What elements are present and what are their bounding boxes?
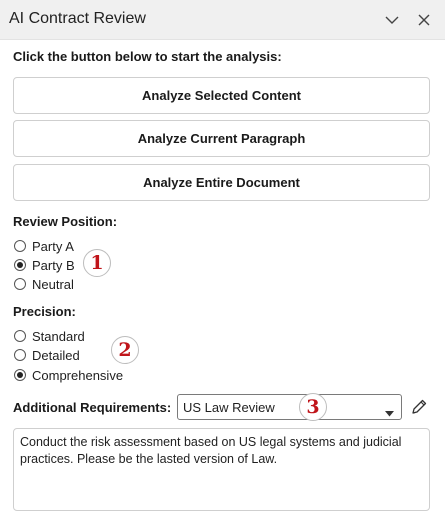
chevron-down-icon[interactable] xyxy=(380,8,404,32)
radio-button-selected[interactable] xyxy=(14,369,26,381)
review-position-label: Review Position: xyxy=(13,214,118,229)
radio-label: Comprehensive xyxy=(32,367,124,383)
radio-party-a[interactable]: Party A xyxy=(14,237,74,255)
dropdown-value: US Law Review xyxy=(183,400,275,415)
radio-party-b[interactable]: Party B xyxy=(14,256,75,274)
requirements-dropdown[interactable]: US Law Review xyxy=(177,394,402,420)
radio-button-selected[interactable] xyxy=(14,259,26,271)
radio-detailed[interactable]: Detailed xyxy=(14,346,80,364)
radio-button[interactable] xyxy=(14,240,26,252)
radio-button[interactable] xyxy=(14,278,26,290)
close-icon[interactable] xyxy=(412,8,436,32)
radio-label: Detailed xyxy=(32,347,80,363)
radio-button[interactable] xyxy=(14,349,26,361)
radio-button[interactable] xyxy=(14,330,26,342)
precision-label: Precision: xyxy=(13,304,76,319)
annotation-badge-3: 3 xyxy=(299,393,327,421)
annotation-badge-1: 1 xyxy=(83,249,111,277)
analyze-selected-content-button[interactable]: Analyze Selected Content xyxy=(13,77,430,114)
radio-standard[interactable]: Standard xyxy=(14,327,85,345)
title-bar: AI Contract Review xyxy=(0,0,445,40)
radio-neutral[interactable]: Neutral xyxy=(14,275,74,293)
dropdown-arrow-icon[interactable] xyxy=(385,404,394,422)
analyze-current-paragraph-button[interactable]: Analyze Current Paragraph xyxy=(13,120,430,157)
annotation-badge-2: 2 xyxy=(111,336,139,364)
radio-label: Party A xyxy=(32,238,74,254)
requirements-textarea[interactable]: Conduct the risk assessment based on US … xyxy=(13,428,430,511)
radio-label: Neutral xyxy=(32,276,74,292)
window-title: AI Contract Review xyxy=(9,10,146,27)
pencil-icon[interactable] xyxy=(408,396,430,418)
analyze-entire-document-button[interactable]: Analyze Entire Document xyxy=(13,164,430,201)
additional-requirements-label: Additional Requirements: xyxy=(13,400,172,415)
radio-comprehensive[interactable]: Comprehensive xyxy=(14,366,123,384)
instruction-text: Click the button below to start the anal… xyxy=(13,49,282,64)
radio-label: Standard xyxy=(32,328,85,344)
radio-label: Party B xyxy=(32,257,75,273)
